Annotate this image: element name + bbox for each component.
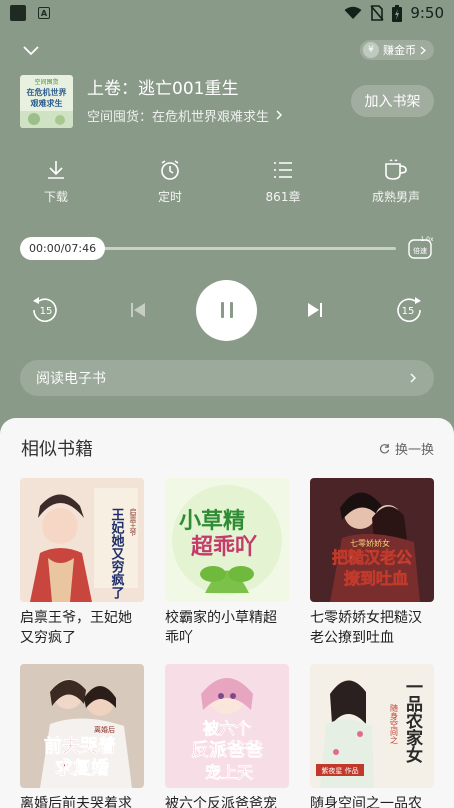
book-title-link[interactable]: 空间囤货：在危机世界艰难求生 bbox=[87, 106, 351, 125]
read-ebook-button[interactable]: 阅读电子书 bbox=[20, 360, 434, 396]
status-time: 9:50 bbox=[410, 4, 444, 22]
chapter-title: 上卷：逃亡001重生 bbox=[87, 78, 239, 99]
book-title[interactable]: 校霸家的小草精超乖吖 bbox=[165, 608, 289, 648]
wifi-icon bbox=[344, 6, 362, 19]
chevron-right-icon bbox=[410, 373, 416, 383]
book-title: 空间囤货：在危机世界艰难求生 bbox=[87, 109, 270, 125]
battery-icon bbox=[392, 4, 403, 22]
status-bar: A 9:50 bbox=[0, 0, 454, 26]
book-title[interactable]: 启禀王爷，王妃她又穷疯了 bbox=[20, 608, 144, 648]
speed-button[interactable]: 1.0x 倍速 bbox=[408, 235, 434, 261]
download-button[interactable]: 下载 bbox=[11, 158, 101, 205]
cover-title-line-1: 把糙汉老公 bbox=[332, 548, 412, 567]
cover-subtitle: 离婚后 bbox=[94, 725, 115, 734]
cover-title-line-2: 撩到吐血 bbox=[344, 569, 408, 588]
coin-icon: ¥ bbox=[363, 42, 379, 58]
voice-label: 成熟男声 bbox=[371, 190, 420, 204]
skip-next-icon bbox=[308, 303, 322, 317]
collapse-chevron-icon[interactable] bbox=[20, 39, 42, 61]
earn-coins-button[interactable]: ¥ 赚金币 bbox=[360, 40, 434, 60]
book-cover[interactable]: 被六个 反派爸爸 宠上天 bbox=[165, 664, 289, 788]
forward-15-button[interactable]: 15 bbox=[392, 280, 426, 340]
download-label: 下载 bbox=[43, 190, 68, 204]
cover-subtitle: 启禀王爷 bbox=[129, 507, 137, 537]
alarm-clock-icon bbox=[161, 160, 179, 180]
forward-seconds: 15 bbox=[402, 306, 415, 317]
rewind-15-icon: 15 bbox=[33, 297, 57, 322]
refresh-button[interactable]: 换一换 bbox=[379, 439, 434, 458]
next-chapter-button[interactable] bbox=[302, 280, 328, 340]
earn-coins-label: 赚金币 bbox=[383, 44, 416, 57]
voice-icon bbox=[385, 159, 407, 180]
chevron-right-icon bbox=[420, 46, 426, 54]
book-card[interactable]: 王妃她又穷疯了 启禀王爷 启禀王爷，王妃她又穷疯了 bbox=[20, 478, 144, 648]
cover-title-line-1: 小草精 bbox=[179, 508, 245, 534]
cover-title-line-1: 前夫哭着 bbox=[44, 735, 116, 757]
read-ebook-label: 阅读电子书 bbox=[36, 371, 106, 387]
similar-books-panel: 相似书籍 换一换 王妃她又穷疯了 启禀王爷 启禀王爷，王妃她又穷疯了 小草精 超… bbox=[0, 418, 454, 808]
add-to-shelf-button[interactable]: 加入书架 bbox=[351, 85, 434, 117]
book-title[interactable]: 七零娇娇女把糙汉老公撩到吐血 bbox=[310, 608, 434, 648]
cover-top-text: 空间囤货 bbox=[34, 78, 58, 86]
cover-subtitle: 随身空间之 bbox=[390, 703, 399, 745]
cover-subtitle: 七零娇娇女 bbox=[350, 538, 390, 548]
book-card[interactable]: 前夫哭着 求复婚 离婚后 离婚后前夫哭着求复婚 bbox=[20, 664, 144, 808]
timer-button[interactable]: 定时 bbox=[125, 158, 215, 205]
speed-label: 倍速 bbox=[413, 246, 427, 255]
book-cover[interactable]: 把糙汉老公 撩到吐血 七零娇娇女 bbox=[310, 478, 434, 602]
speed-value: 1.0x bbox=[420, 236, 434, 243]
chevron-right-icon bbox=[276, 110, 283, 120]
book-cover[interactable]: 小草精 超乖吖 bbox=[165, 478, 289, 602]
book-cover[interactable]: 王妃她又穷疯了 启禀王爷 bbox=[20, 478, 144, 602]
play-pause-button[interactable] bbox=[196, 279, 257, 341]
book-card[interactable]: 被六个 反派爸爸 宠上天 被六个反派爸爸宠上天 bbox=[165, 664, 289, 808]
current-book-cover[interactable]: 空间囤货 在危机世界 艰难求生 bbox=[20, 74, 73, 128]
cover-title: 王妃她又穷疯了 bbox=[109, 508, 126, 600]
book-cover[interactable]: 前夫哭着 求复婚 离婚后 bbox=[20, 664, 144, 788]
pause-icon bbox=[220, 302, 233, 318]
cover-title-line-1: 在危机世界 bbox=[27, 87, 68, 97]
book-card[interactable]: 小草精 超乖吖 校霸家的小草精超乖吖 bbox=[165, 478, 289, 648]
forward-15-icon: 15 bbox=[397, 297, 421, 322]
progress-bar[interactable]: 00:00/07:46 1.0x 倍速 bbox=[20, 235, 434, 261]
voice-button[interactable]: 成熟男声 bbox=[351, 158, 441, 205]
a-notification-icon: A bbox=[38, 7, 50, 19]
cover-author: 紫夜星 作品 bbox=[321, 766, 358, 775]
previous-chapter-button[interactable] bbox=[125, 280, 151, 340]
cover-title-line-2: 求复婚 bbox=[55, 757, 109, 779]
similar-books-title: 相似书籍 bbox=[21, 439, 93, 460]
skip-previous-icon bbox=[131, 303, 145, 317]
book-card[interactable]: 一品农家女 随身空间之 紫夜星 作品 随身空间之一品农家女 bbox=[310, 664, 434, 808]
book-title[interactable]: 随身空间之一品农家女 bbox=[310, 794, 434, 808]
cover-title-line-3: 宠上天 bbox=[205, 763, 254, 782]
cover-title: 一品农家女 bbox=[402, 678, 424, 764]
rewind-15-button[interactable]: 15 bbox=[28, 280, 62, 340]
no-sim-icon bbox=[370, 5, 384, 21]
rewind-seconds: 15 bbox=[40, 306, 53, 317]
chapters-label: 861章 bbox=[265, 190, 301, 204]
chapter-list-icon bbox=[274, 162, 292, 178]
book-card[interactable]: 把糙汉老公 撩到吐血 七零娇娇女 七零娇娇女把糙汉老公撩到吐血 bbox=[310, 478, 434, 648]
cover-title-line-2: 超乖吖 bbox=[191, 535, 257, 560]
app-notification-icon bbox=[10, 5, 26, 21]
download-icon bbox=[48, 161, 64, 179]
chapters-button[interactable]: 861章 bbox=[238, 158, 328, 205]
book-cover[interactable]: 一品农家女 随身空间之 紫夜星 作品 bbox=[310, 664, 434, 788]
refresh-label: 换一换 bbox=[394, 442, 434, 458]
progress-time-thumb[interactable]: 00:00/07:46 bbox=[20, 237, 106, 260]
book-title[interactable]: 被六个反派爸爸宠上天 bbox=[165, 794, 289, 808]
cover-title-line-2: 艰难求生 bbox=[30, 98, 63, 108]
cover-title-line-2: 反派爸爸 bbox=[191, 739, 263, 761]
timer-label: 定时 bbox=[157, 190, 182, 204]
book-title[interactable]: 离婚后前夫哭着求复婚 bbox=[20, 794, 144, 808]
cover-title-line-1: 被六个 bbox=[203, 719, 252, 738]
refresh-icon bbox=[379, 443, 390, 453]
